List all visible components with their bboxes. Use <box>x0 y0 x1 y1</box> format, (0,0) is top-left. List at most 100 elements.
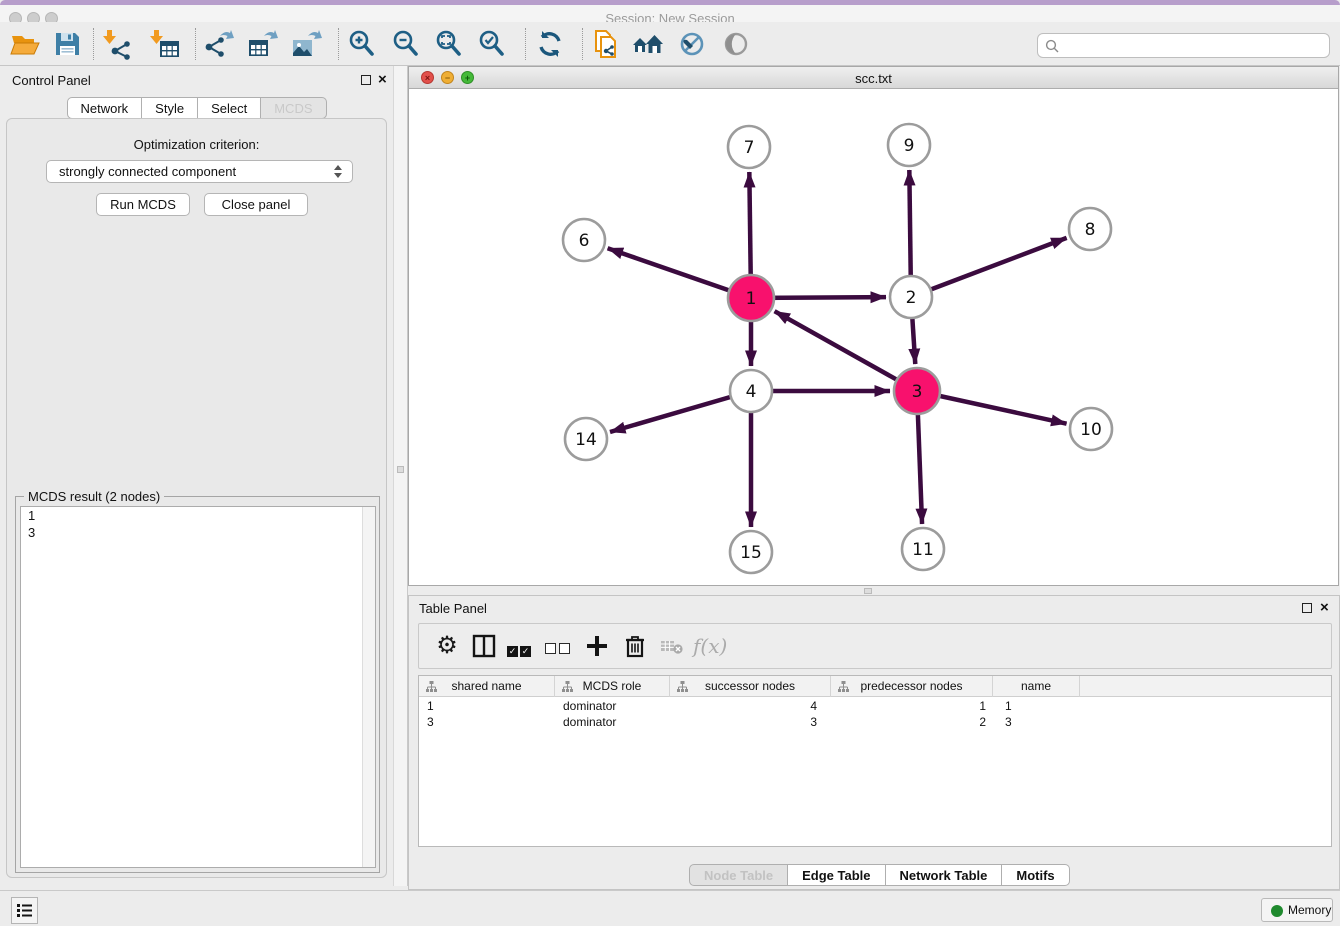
svg-text:8: 8 <box>1085 220 1096 240</box>
export-image-icon[interactable] <box>290 27 324 61</box>
zoom-out-icon[interactable] <box>389 27 423 61</box>
tree-icon <box>677 681 688 692</box>
table-cell: 1 <box>419 698 555 714</box>
network-window-titlebar[interactable]: × − + scc.txt <box>409 67 1338 89</box>
svg-text:10: 10 <box>1080 420 1102 440</box>
graph-node-9[interactable]: 9 <box>888 124 930 166</box>
add-column-icon[interactable] <box>582 631 614 663</box>
table-cell: dominator <box>555 714 670 730</box>
close-panel-button[interactable]: Close panel <box>204 193 308 216</box>
result-line: 1 <box>21 507 375 524</box>
zoom-selected-icon[interactable] <box>475 27 509 61</box>
delete-column-icon[interactable] <box>620 631 652 663</box>
tab-style[interactable]: Style <box>142 97 198 119</box>
paint-off-icon[interactable] <box>675 27 709 61</box>
graph-node-7[interactable]: 7 <box>728 126 770 168</box>
network-view-window: × − + scc.txt 7 9 6 8 1 2 4 3 14 10 15 11 <box>408 66 1339 586</box>
graph-node-10[interactable]: 10 <box>1070 408 1112 450</box>
table-panel-tabs: Node Table Edge Table Network Table Moti… <box>689 864 1070 886</box>
export-network-icon[interactable] <box>202 27 236 61</box>
refresh-icon[interactable] <box>533 27 567 61</box>
zoom-fit-icon[interactable] <box>432 27 466 61</box>
graph-node-2[interactable]: 2 <box>890 276 932 318</box>
svg-text:14: 14 <box>575 430 597 450</box>
control-panel-title: Control Panel <box>12 73 91 88</box>
deselect-all-columns-icon[interactable] <box>545 631 577 663</box>
tab-edge-table[interactable]: Edge Table <box>788 864 885 886</box>
table-panel-float-icon[interactable] <box>1302 603 1312 613</box>
table-cell: 1 <box>993 698 1080 714</box>
table-panel: Table Panel × ⚙ ✓✓ f(x) shared name <box>408 595 1340 890</box>
horizontal-splitter-knob[interactable] <box>864 588 872 594</box>
import-network-icon[interactable] <box>101 27 135 61</box>
columns-icon[interactable] <box>469 631 501 663</box>
table-panel-title: Table Panel <box>419 601 487 616</box>
eye-icon[interactable] <box>719 27 753 61</box>
table-row[interactable]: 3dominator323 <box>419 714 1331 730</box>
run-mcds-button[interactable]: Run MCDS <box>96 193 190 216</box>
clone-network-icon[interactable] <box>589 27 623 61</box>
toolbar-separator <box>338 28 339 60</box>
open-session-icon[interactable] <box>8 27 42 61</box>
dropdown-spinner-icon <box>334 165 344 179</box>
svg-text:1: 1 <box>746 289 757 309</box>
graph-node-6[interactable]: 6 <box>563 219 605 261</box>
graph-node-1[interactable]: 1 <box>728 275 774 321</box>
table-row[interactable]: 1dominator411 <box>419 698 1331 714</box>
table-cell: 4 <box>670 698 831 714</box>
tab-motifs[interactable]: Motifs <box>1002 864 1069 886</box>
criterion-dropdown[interactable]: strongly connected component <box>46 160 353 183</box>
svg-text:3: 3 <box>912 382 923 402</box>
column-header-shared-name[interactable]: shared name <box>419 676 555 697</box>
select-all-columns-icon[interactable]: ✓✓ <box>507 631 539 663</box>
network-canvas[interactable]: 7 9 6 8 1 2 4 3 14 10 15 11 <box>409 89 1338 585</box>
tab-network-table[interactable]: Network Table <box>886 864 1003 886</box>
result-line: 3 <box>21 524 375 541</box>
table-panel-close-icon[interactable]: × <box>1320 602 1329 614</box>
zoom-in-icon[interactable] <box>345 27 379 61</box>
svg-text:4: 4 <box>746 382 757 402</box>
graph-node-3[interactable]: 3 <box>894 368 940 414</box>
column-header-mcds-role[interactable]: MCDS role <box>555 676 670 697</box>
splitter-knob[interactable] <box>397 466 404 473</box>
column-header-successor-nodes[interactable]: successor nodes <box>670 676 831 697</box>
control-panel-close-icon[interactable]: × <box>378 74 387 86</box>
graph-node-15[interactable]: 15 <box>730 531 772 573</box>
graph-node-14[interactable]: 14 <box>565 418 607 460</box>
task-history-button[interactable] <box>11 897 38 924</box>
search-input[interactable] <box>1037 33 1330 58</box>
export-table-icon[interactable] <box>246 27 280 61</box>
control-panel: Control Panel × Network Style Select MCD… <box>0 66 393 884</box>
graph-edge-2-8 <box>911 238 1067 297</box>
node-table: shared name MCDS role successor nodes pr… <box>418 675 1332 847</box>
mcds-panel-body: Optimization criterion: strongly connect… <box>6 118 387 878</box>
graph-node-8[interactable]: 8 <box>1069 208 1111 250</box>
window-titlebar: Session: New Session <box>0 5 1340 22</box>
control-panel-float-icon[interactable] <box>361 75 371 85</box>
import-table-icon[interactable] <box>148 27 182 61</box>
save-session-icon[interactable] <box>50 27 84 61</box>
tree-icon <box>426 681 437 692</box>
graph-node-4[interactable]: 4 <box>730 370 772 412</box>
mcds-result-textarea[interactable]: 13 <box>20 506 376 868</box>
home-icon[interactable] <box>631 27 665 61</box>
status-bar: Memory <box>0 890 1340 926</box>
memory-status-icon <box>1271 905 1283 917</box>
table-cell: 3 <box>993 714 1080 730</box>
column-header-name[interactable]: name <box>993 676 1080 697</box>
column-header-predecessor-nodes[interactable]: predecessor nodes <box>831 676 993 697</box>
vertical-splitter[interactable] <box>393 66 408 886</box>
table-cell: 3 <box>419 714 555 730</box>
tab-select[interactable]: Select <box>198 97 261 119</box>
result-scrollbar[interactable] <box>362 507 375 867</box>
tab-network[interactable]: Network <box>66 97 142 119</box>
memory-button[interactable]: Memory <box>1261 898 1333 922</box>
tab-mcds[interactable]: MCDS <box>261 97 326 119</box>
graph-node-11[interactable]: 11 <box>902 528 944 570</box>
table-cell: 3 <box>670 714 831 730</box>
table-settings-icon[interactable]: ⚙ <box>431 631 463 663</box>
search-icon <box>1045 39 1060 54</box>
graph-edge-3-1 <box>775 311 917 391</box>
criterion-value: strongly connected component <box>59 164 236 179</box>
tab-node-table[interactable]: Node Table <box>689 864 788 886</box>
